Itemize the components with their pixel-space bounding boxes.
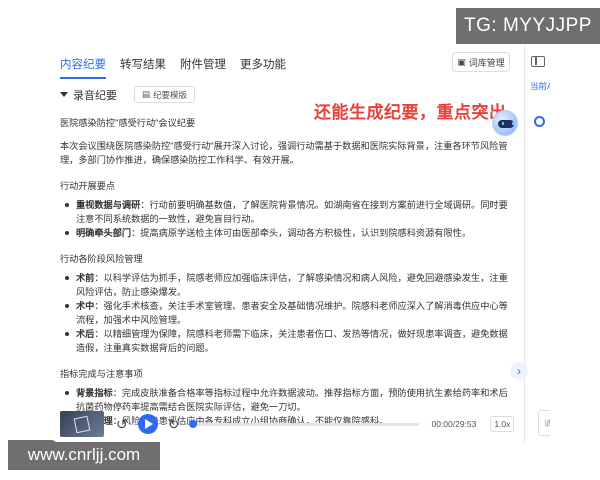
playback-time: 00:00/29:53 <box>431 419 477 429</box>
item-label: 明确牵头部门 <box>76 228 132 238</box>
tab-content-minutes[interactable]: 内容纪要 <box>60 56 106 79</box>
vocabulary-icon: ▣ <box>457 56 466 67</box>
list-item: 术前：以科学评估为抓手，院感老师应加强临床评估，了解感染情况和病人风险，避免回避… <box>60 271 510 299</box>
rewind-icon[interactable]: ↺ <box>116 416 128 433</box>
item-label: 术前 <box>76 273 95 283</box>
vocabulary-manage-label: 词库管理 <box>468 57 505 68</box>
template-icon: ▤ <box>142 89 151 99</box>
side-panel-input[interactable]: 请 <box>538 410 550 436</box>
caret-down-icon <box>60 92 68 97</box>
item-text: ：以精细管理为保障，院感科老师需下临床，关注患者伤口、发热等情况，做好现患率调查… <box>76 329 508 353</box>
play-button[interactable] <box>137 414 158 434</box>
item-text: ：完成皮肤准备合格率等指标过程中允许数据波动。推荐指标方面，预防使用抗生素给药率… <box>76 388 508 412</box>
vocabulary-manage-button[interactable]: ▣ 词库管理 <box>452 52 510 72</box>
item-text: ：以科学评估为抓手，院感老师应加强临床评估，了解感染情况和病人风险，避免回避感染… <box>76 273 508 297</box>
item-label: 术后 <box>76 329 95 339</box>
bullet-list: 术前：以科学评估为抓手，院感老师应加强临床评估，了解感染情况和病人风险，避免回避… <box>60 271 510 355</box>
side-panel-current-ai[interactable]: 当前AI <box>530 80 550 92</box>
item-label: 重视数据与调研 <box>76 200 141 210</box>
progress-bar[interactable] <box>189 420 420 428</box>
list-item: 术后：以精细管理为保障，院感科老师需下临床，关注患者伤口、发热等情况，做好现患率… <box>60 327 510 355</box>
app-window: 内容纪要 转写结果 附件管理 更多功能 ▣ 词库管理 当前AI 请 录音纪要 ▤… <box>50 44 550 442</box>
tab-attachments[interactable]: 附件管理 <box>180 56 226 79</box>
forward-icon[interactable]: ↻ <box>168 416 180 433</box>
minutes-content: 医院感染防控"感受行动"会议纪要 本次会议围绕医院感染防控"感受行动"展开深入讨… <box>60 114 510 428</box>
tab-transcript[interactable]: 转写结果 <box>120 56 166 79</box>
list-item: 重视数据与调研：行动前要明确基数值，了解医院背景情况。如湖南省在接到方案前进行全… <box>60 198 510 226</box>
video-thumbnail[interactable] <box>60 411 104 437</box>
progress-handle[interactable] <box>189 420 198 428</box>
minutes-template-label: 纪要模版 <box>153 89 188 100</box>
side-panel-ai-icon[interactable] <box>534 116 545 127</box>
tab-bar: 内容纪要 转写结果 附件管理 更多功能 <box>60 56 286 79</box>
tab-more-functions[interactable]: 更多功能 <box>240 56 286 79</box>
item-label: 背景指标 <box>76 388 113 398</box>
watermark-bottom: www.cnrljj.com <box>8 440 160 470</box>
section-title: 行动开展要点 <box>60 181 116 191</box>
minutes-template-button[interactable]: ▤ 纪要模版 <box>134 86 196 103</box>
minutes-intro: 本次会议围绕医院感染防控"感受行动"展开深入讨论，强调行动需基于数据和医院实际背… <box>60 141 508 165</box>
minutes-header-label: 录音纪要 <box>73 89 117 102</box>
section-title: 指标完成与注意事项 <box>60 369 143 379</box>
section-title: 行动各阶段风险管理 <box>60 254 143 264</box>
side-panel-divider <box>524 44 525 442</box>
list-item: 明确牵头部门：提高病原学送检主体可由医部牵头，调动各方积极性，认识到院感科资源有… <box>60 226 510 240</box>
item-text: ：提高病原学送检主体可由医部牵头，调动各方积极性，认识到院感科资源有限性。 <box>131 228 472 238</box>
item-text: ：强化手术核查，关注手术室管理、患者安全及基础情况维护。院感科老师应深入了解消毒… <box>76 301 508 325</box>
panel-toggle-icon[interactable] <box>531 56 545 67</box>
minutes-header[interactable]: 录音纪要 ▤ 纪要模版 <box>60 86 196 103</box>
speed-button[interactable]: 1.0x <box>490 416 515 432</box>
chevron-right-icon[interactable]: › <box>510 362 528 380</box>
audio-player: ↺ ↻ 00:00/29:53 1.0x <box>60 410 516 438</box>
watermark-top: TG: MYYJJPP <box>456 8 600 44</box>
item-text: ：行动前要明确基数值，了解医院背景情况。如湖南省在接到方案前进行全域调研。同时要… <box>76 200 508 224</box>
item-label: 术中 <box>76 301 95 311</box>
minutes-title: 医院感染防控"感受行动"会议纪要 <box>60 118 196 128</box>
bullet-list: 重视数据与调研：行动前要明确基数值，了解医院背景情况。如湖南省在接到方案前进行全… <box>60 198 510 240</box>
list-item: 术中：强化手术核查，关注手术室管理、患者安全及基础情况维护。院感科老师应深入了解… <box>60 299 510 327</box>
